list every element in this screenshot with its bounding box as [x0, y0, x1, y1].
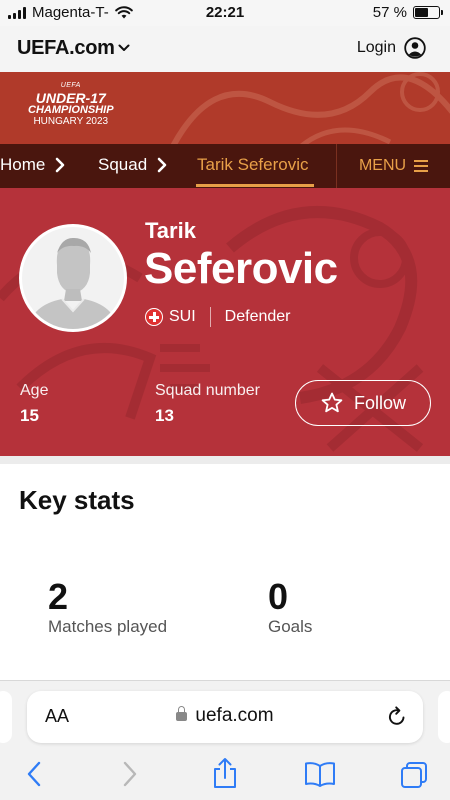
hamburger-icon — [414, 160, 429, 172]
login-label: Login — [356, 39, 396, 56]
tournament-logo-year: HUNGARY 2023 — [33, 116, 109, 127]
goals-label: Goals — [268, 617, 313, 636]
url-text: uefa.com — [195, 705, 274, 726]
age-label: Age — [20, 382, 49, 399]
player-country: SUI — [169, 308, 196, 325]
chevron-right-icon — [157, 157, 167, 173]
login-button[interactable]: Login — [357, 37, 426, 59]
previous-tab-preview[interactable] — [0, 691, 12, 743]
url-display[interactable]: uefa.com — [27, 705, 423, 727]
chevron-down-icon[interactable] — [118, 43, 130, 53]
breadcrumb-label: Squad — [98, 155, 148, 174]
breadcrumb-item-home[interactable]: Home — [0, 155, 65, 175]
player-meta: SUI Defender — [145, 307, 291, 327]
status-bar: Magenta-T- 22:21 57 % — [0, 0, 450, 26]
follow-button[interactable]: Follow — [295, 380, 431, 426]
status-right: 57 % — [372, 4, 443, 21]
battery-level — [415, 8, 429, 17]
breadcrumb-label: Home — [0, 155, 46, 174]
matches-played-label: Matches played — [48, 617, 168, 636]
user-icon — [404, 37, 426, 59]
squad-number-value: 13 — [155, 406, 174, 425]
signal-icon — [8, 6, 26, 19]
tournament-logo-top: UEFA — [60, 82, 81, 89]
tournament-logo[interactable]: UEFA UNDER-17 CHAMPIONSHIP HUNGARY 2023 — [28, 82, 114, 127]
player-position: Defender — [224, 308, 291, 325]
follow-label: Follow — [353, 392, 406, 413]
star-icon — [321, 392, 343, 413]
lock-icon — [176, 706, 188, 721]
share-icon[interactable] — [212, 757, 238, 789]
matches-played-value: 2 — [48, 576, 69, 617]
menu-label: MENU — [358, 157, 407, 174]
browser-toolbar: AA uefa.com — [0, 680, 450, 800]
menu-button[interactable]: MENU — [336, 144, 450, 188]
breadcrumb-item-squad[interactable]: Squad — [98, 155, 167, 175]
site-header: UEFA.com Login — [0, 26, 450, 72]
back-icon[interactable] — [26, 761, 42, 787]
avatar — [19, 224, 127, 332]
forward-icon[interactable] — [122, 761, 138, 787]
breadcrumb-label: Tarik Seferovic — [197, 155, 309, 174]
tournament-banner: UEFA UNDER-17 CHAMPIONSHIP HUNGARY 2023 — [0, 72, 450, 144]
section-divider — [0, 456, 450, 464]
key-stats-title: Key stats — [19, 485, 135, 515]
swiss-flag-icon — [145, 308, 163, 326]
tabs-icon[interactable] — [400, 761, 428, 789]
reload-icon[interactable] — [387, 705, 407, 727]
next-tab-preview[interactable] — [438, 691, 450, 743]
battery-icon — [413, 6, 443, 19]
tournament-logo-main: UNDER-17 — [35, 90, 106, 106]
carrier-name: Magenta-T- — [32, 4, 109, 21]
player-hero: Tarik Seferovic SUI Defender Age 15 Squa… — [0, 188, 450, 456]
goals-value: 0 — [268, 576, 289, 617]
age-value: 15 — [20, 406, 39, 425]
player-last-name: Seferovic — [144, 244, 338, 293]
player-silhouette-icon — [22, 227, 124, 329]
banner-pattern — [170, 72, 450, 144]
uefa-logo[interactable]: UEFA.com — [17, 37, 115, 60]
battery-percent: 57 % — [372, 4, 407, 21]
status-left: Magenta-T- — [8, 4, 133, 21]
tournament-logo-sub: CHAMPIONSHIP — [28, 104, 114, 116]
player-first-name: Tarik — [145, 218, 196, 243]
address-bar[interactable]: AA uefa.com — [27, 691, 423, 743]
wifi-icon — [114, 6, 133, 19]
bookmarks-icon[interactable] — [304, 761, 336, 787]
active-tab-indicator — [196, 184, 314, 187]
breadcrumb: Home Squad Tarik Seferovic MENU — [0, 144, 450, 188]
chevron-right-icon — [56, 157, 65, 173]
breadcrumb-item-current[interactable]: Tarik Seferovic — [197, 155, 308, 175]
divider — [209, 307, 211, 327]
squad-number-label: Squad number — [155, 382, 260, 399]
